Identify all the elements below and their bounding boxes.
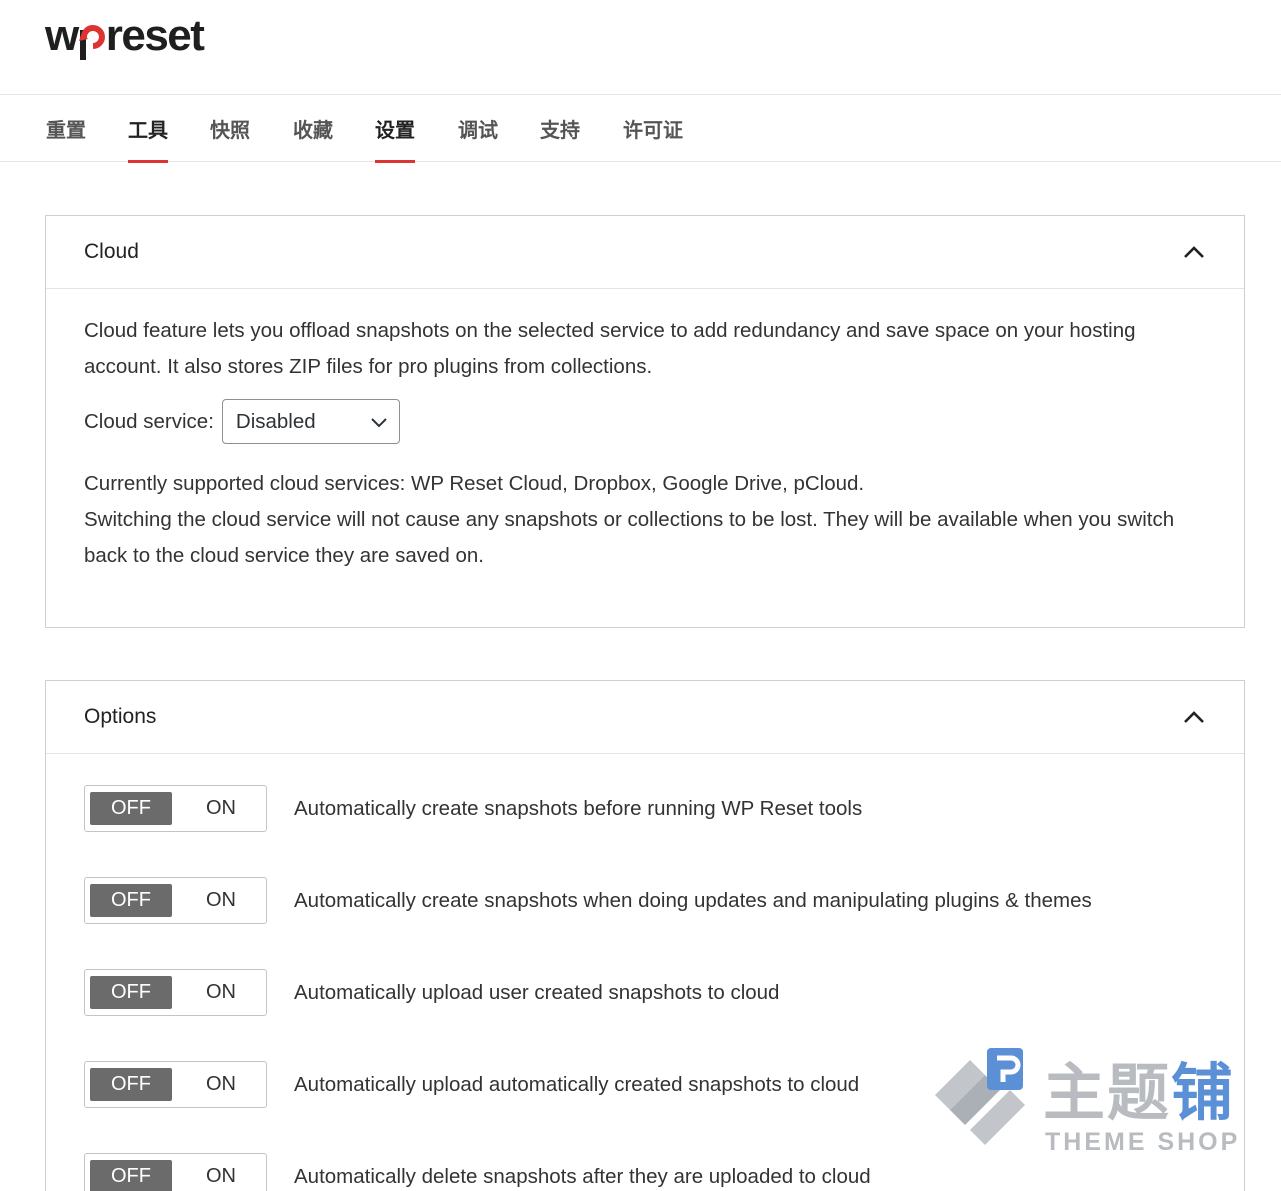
toggle-off-state[interactable]: OFF (90, 976, 172, 1009)
cloud-card-title: Cloud (84, 240, 139, 263)
toggle-on-state[interactable]: ON (182, 976, 260, 1009)
toggle-off-state[interactable]: OFF (90, 884, 172, 917)
cloud-card-body: Cloud feature lets you offload snapshots… (46, 289, 1244, 574)
header: w reset (0, 0, 1281, 95)
cloud-service-select[interactable]: Disabled (221, 399, 400, 444)
cloud-service-label: Cloud service: (84, 409, 214, 433)
option-label: Automatically upload automatically creat… (294, 1072, 860, 1096)
toggle-off-state[interactable]: OFF (90, 1160, 172, 1191)
cloud-service-value: Disabled (235, 409, 316, 433)
cloud-service-row: Cloud service: Disabled (84, 399, 1206, 444)
option-row: OFF ON Automatically create snapshots be… (84, 785, 862, 832)
toggle-on-state[interactable]: ON (182, 884, 260, 917)
chevron-up-icon[interactable] (1182, 240, 1206, 264)
cloud-card-header[interactable]: Cloud (46, 216, 1244, 289)
cloud-switching-note: Switching the cloud service will not cau… (84, 508, 1175, 567)
toggle-on-state[interactable]: ON (182, 1160, 260, 1191)
option-toggle[interactable]: OFF ON (84, 785, 267, 832)
logo-text-w: w (45, 11, 79, 60)
options-card-header[interactable]: Options (46, 681, 1244, 754)
logo-text-reset: reset (105, 11, 205, 60)
option-row: OFF ON Automatically upload automaticall… (84, 1061, 859, 1108)
option-toggle[interactable]: OFF ON (84, 969, 267, 1016)
wpreset-logo[interactable]: w reset (45, 8, 205, 64)
option-row: OFF ON Automatically upload user created… (84, 969, 779, 1016)
toggle-off-state[interactable]: OFF (90, 1068, 172, 1101)
cloud-supported-text: Currently supported cloud services: WP R… (84, 472, 865, 495)
tab-support[interactable]: 支持 (540, 95, 580, 162)
toggle-on-state[interactable]: ON (182, 1068, 260, 1101)
tab-collections[interactable]: 收藏 (293, 95, 333, 162)
cloud-card: Cloud Cloud feature lets you offload sna… (45, 215, 1245, 628)
tab-reset[interactable]: 重置 (46, 95, 86, 162)
option-row: OFF ON Automatically create snapshots wh… (84, 877, 1092, 924)
tab-license[interactable]: 许可证 (623, 95, 683, 162)
option-label: Automatically create snapshots before ru… (294, 796, 863, 820)
tab-snapshots[interactable]: 快照 (210, 95, 250, 162)
chevron-up-icon[interactable] (1182, 705, 1206, 729)
cloud-intro-text: Cloud feature lets you offload snapshots… (84, 319, 1136, 378)
option-row: OFF ON Automatically delete snapshots af… (84, 1153, 871, 1191)
tab-tools[interactable]: 工具 (128, 95, 168, 163)
option-toggle[interactable]: OFF ON (84, 1153, 267, 1191)
options-card-title: Options (84, 705, 157, 728)
tab-debug[interactable]: 调试 (458, 95, 498, 162)
main-tabs: 重置 工具 快照 收藏 设置 调试 支持 许可证 (0, 95, 1281, 163)
option-label: Automatically create snapshots when doin… (294, 888, 1092, 912)
toggle-off-state[interactable]: OFF (90, 792, 172, 825)
tab-settings[interactable]: 设置 (375, 95, 415, 163)
options-card: Options OFF ON Automatically create snap… (45, 680, 1245, 1191)
toggle-on-state[interactable]: ON (182, 792, 260, 825)
chevron-down-icon (371, 404, 387, 440)
option-toggle[interactable]: OFF ON (84, 877, 267, 924)
option-toggle[interactable]: OFF ON (84, 1061, 267, 1108)
option-label: Automatically delete snapshots after the… (294, 1164, 871, 1188)
logo-p-mark-icon (78, 16, 105, 60)
option-label: Automatically upload user created snapsh… (294, 980, 780, 1004)
